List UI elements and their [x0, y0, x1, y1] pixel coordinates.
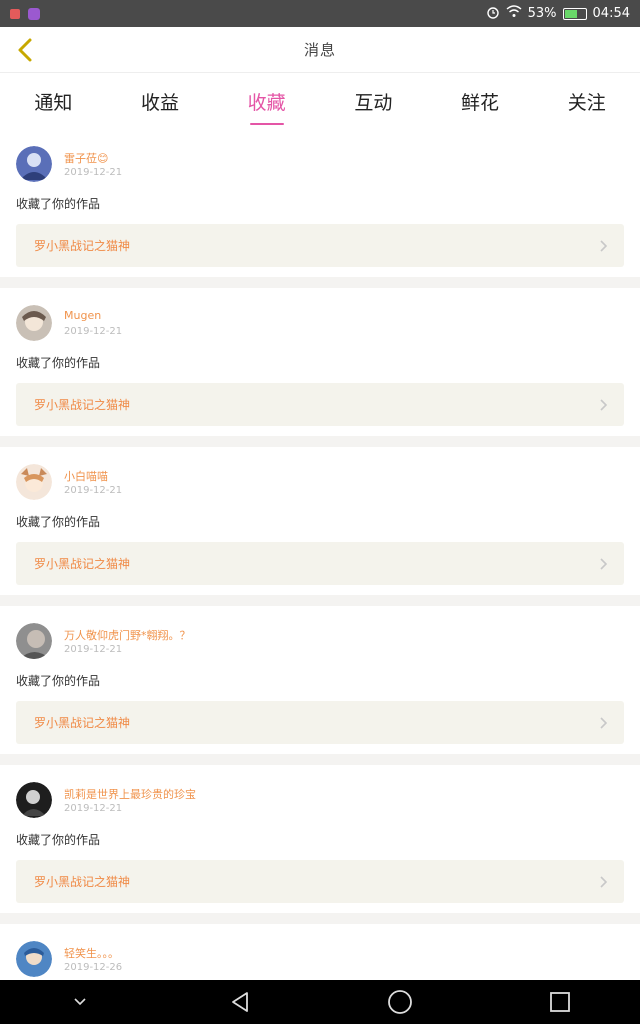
tab-notify[interactable]: 通知 — [0, 73, 107, 129]
avatar[interactable] — [16, 941, 52, 977]
username[interactable]: 万人敬仰虎门野*翱翔。？ — [64, 627, 191, 643]
nav-home-button[interactable] — [370, 980, 430, 1024]
action-text: 收藏了你的作品 — [16, 356, 101, 370]
work-title: 罗小黑战记之猫神 — [34, 398, 131, 412]
chevron-right-icon — [600, 716, 608, 729]
tab-interaction[interactable]: 互动 — [320, 73, 427, 129]
nav-back-button[interactable] — [210, 980, 270, 1024]
timestamp: 2019-12-26 — [64, 962, 123, 973]
action-text: 收藏了你的作品 — [16, 515, 101, 529]
avatar[interactable] — [16, 146, 52, 182]
tab-earnings[interactable]: 收益 — [107, 73, 214, 129]
status-bar: 53% 04:54 — [0, 0, 640, 27]
tab-flowers[interactable]: 鲜花 — [427, 73, 534, 129]
timestamp: 2019-12-21 — [64, 167, 123, 178]
action-text: 收藏了你的作品 — [16, 833, 101, 847]
chevron-right-icon — [600, 875, 608, 888]
app-icon-purple — [28, 7, 40, 20]
work-link[interactable]: 罗小黑战记之猫神 — [16, 701, 624, 744]
nav-recents-button[interactable] — [530, 980, 590, 1024]
back-triangle-icon — [232, 992, 248, 1012]
hide-nav-button[interactable] — [50, 980, 110, 1024]
notification-list: 雷子莅😊 2019-12-21 收藏了你的作品 罗小黑战记之猫神 Mugen 2… — [0, 129, 640, 980]
page-title: 消息 — [303, 41, 336, 59]
battery-icon — [562, 7, 587, 20]
header: 消息 — [0, 27, 640, 73]
timestamp: 2019-12-21 — [64, 485, 123, 496]
notification-card: 小白喵喵 2019-12-21 收藏了你的作品 罗小黑战记之猫神 — [0, 447, 640, 595]
chevron-right-icon — [600, 557, 608, 570]
username[interactable]: Mugen — [64, 309, 101, 322]
chevron-right-icon — [600, 398, 608, 411]
notification-card: 雷子莅😊 2019-12-21 收藏了你的作品 罗小黑战记之猫神 — [0, 129, 640, 277]
work-link[interactable]: 罗小黑战记之猫神 — [16, 542, 624, 585]
work-title: 罗小黑战记之猫神 — [34, 557, 131, 571]
work-link[interactable]: 罗小黑战记之猫神 — [16, 224, 624, 267]
timestamp: 2019-12-21 — [64, 326, 123, 337]
clock: 04:54 — [592, 6, 630, 21]
work-title: 罗小黑战记之猫神 — [34, 239, 131, 253]
notification-card: 万人敬仰虎门野*翱翔。？ 2019-12-21 收藏了你的作品 罗小黑战记之猫神 — [0, 606, 640, 754]
chevron-right-icon — [600, 239, 608, 252]
notification-card: 轻笑生。。。 2019-12-26 — [0, 924, 640, 980]
work-title: 罗小黑战记之猫神 — [34, 716, 131, 730]
timestamp: 2019-12-21 — [64, 803, 123, 814]
username[interactable]: 小白喵喵 — [64, 468, 108, 484]
avatar[interactable] — [16, 305, 52, 341]
app-icon-red — [10, 8, 20, 19]
action-text: 收藏了你的作品 — [16, 197, 101, 211]
back-button[interactable] — [8, 33, 42, 67]
work-title: 罗小黑战记之猫神 — [34, 875, 131, 889]
action-text: 收藏了你的作品 — [16, 674, 101, 688]
avatar[interactable] — [16, 782, 52, 818]
username[interactable]: 雷子莅😊 — [64, 150, 108, 166]
tab-favorites[interactable]: 收藏 — [213, 73, 320, 129]
username[interactable]: 凯莉是世界上最珍贵的珍宝 — [64, 786, 196, 802]
timestamp: 2019-12-21 — [64, 644, 123, 655]
system-nav-bar — [0, 980, 640, 1024]
chevron-down-icon — [74, 998, 86, 1006]
tab-bar: 通知 收益 收藏 互动 鲜花 关注 — [0, 73, 640, 129]
battery-percent: 53% — [527, 6, 557, 21]
home-circle-icon — [388, 990, 412, 1014]
username[interactable]: 轻笑生。。。 — [64, 945, 119, 961]
work-link[interactable]: 罗小黑战记之猫神 — [16, 383, 624, 426]
chevron-left-icon — [18, 38, 32, 62]
wifi-icon — [506, 5, 522, 22]
recents-square-icon — [550, 992, 570, 1012]
alarm-icon — [486, 5, 500, 23]
work-link[interactable]: 罗小黑战记之猫神 — [16, 860, 624, 903]
notification-card: 凯莉是世界上最珍贵的珍宝 2019-12-21 收藏了你的作品 罗小黑战记之猫神 — [0, 765, 640, 913]
tab-active-indicator — [249, 123, 284, 125]
tab-follow[interactable]: 关注 — [533, 73, 640, 129]
notification-card: Mugen 2019-12-21 收藏了你的作品 罗小黑战记之猫神 — [0, 288, 640, 436]
avatar[interactable] — [16, 623, 52, 659]
avatar[interactable] — [16, 464, 52, 500]
